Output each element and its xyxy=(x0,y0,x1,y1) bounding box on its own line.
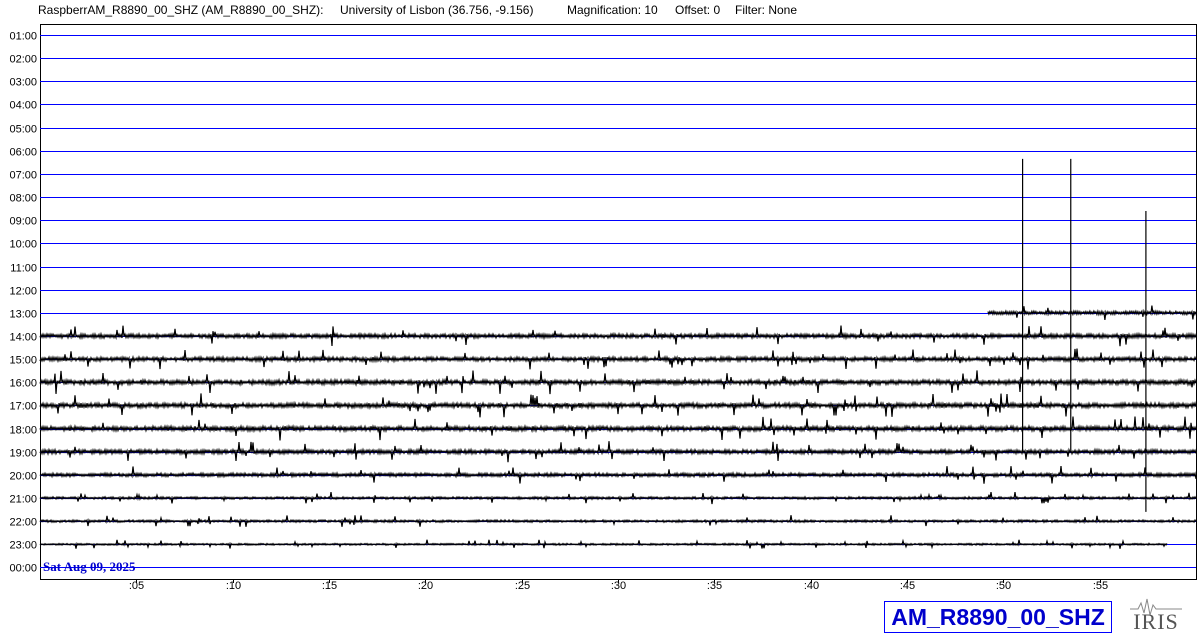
row-label: 00:00 xyxy=(9,563,37,575)
trace-2200 xyxy=(39,515,1197,527)
row-label: 19:00 xyxy=(9,448,37,460)
trace-2100 xyxy=(39,492,1197,505)
minute-ticks: :05 :10 :15 :20 :25 :30 :35 :40 :45 :50 :55 xyxy=(129,579,1108,592)
x-tick-label: :45 xyxy=(900,580,915,592)
row-label: 06:00 xyxy=(9,147,37,159)
row-label: 03:00 xyxy=(9,77,37,89)
row-label: 22:00 xyxy=(9,517,37,529)
row-label: 16:00 xyxy=(9,378,37,390)
trace-2300 xyxy=(39,538,1168,550)
x-tick-label: :55 xyxy=(1093,580,1108,592)
row-label: 08:00 xyxy=(9,193,37,205)
x-tick-label: :15 xyxy=(322,580,337,592)
row-label: 11:00 xyxy=(10,263,37,275)
row-label: 07:00 xyxy=(9,170,37,182)
trace-2000 xyxy=(39,465,1197,484)
x-tick-label: :25 xyxy=(515,580,530,592)
row-label: 14:00 xyxy=(9,332,37,344)
trace-1300 xyxy=(987,305,1197,320)
row-label: 10:00 xyxy=(9,239,37,251)
helicorder-chart: 01:00 02:00 03:00 04:00 05:00 06:00 07:00 08:00… xyxy=(9,24,1197,592)
row-label: 05:00 xyxy=(9,124,37,136)
logo-text: IRIS xyxy=(1133,609,1179,634)
row-label: 01:00 xyxy=(9,31,37,43)
row-label: 23:00 xyxy=(9,540,37,552)
seismic-traces xyxy=(39,158,1197,550)
date-label: Sat Aug 09, 2025 xyxy=(43,559,136,574)
x-tick-label: :20 xyxy=(418,580,433,592)
x-tick-label: :05 xyxy=(129,580,144,592)
row-label: 12:00 xyxy=(9,286,37,298)
x-tick-label: :10 xyxy=(226,580,241,592)
x-tick-label: :30 xyxy=(611,580,626,592)
row-label: 15:00 xyxy=(9,355,37,367)
row-label: 17:00 xyxy=(9,401,37,413)
row-label: 02:00 xyxy=(9,54,37,66)
x-tick-label: :35 xyxy=(707,580,722,592)
row-label: 20:00 xyxy=(9,471,37,483)
row-label: 21:00 xyxy=(9,494,37,506)
row-label: 13:00 xyxy=(9,309,37,321)
hour-labels: 01:00 02:00 03:00 04:00 05:00 06:00 07:00 08:00… xyxy=(9,31,37,575)
row-label: 04:00 xyxy=(9,100,37,112)
station-code-badge: AM_R8890_00_SHZ xyxy=(884,601,1112,633)
x-tick-label: :40 xyxy=(804,580,819,592)
x-tick-label: :50 xyxy=(996,580,1011,592)
row-label: 18:00 xyxy=(9,425,37,437)
row-label: 09:00 xyxy=(9,216,37,228)
iris-logo: IRIS xyxy=(1128,595,1184,635)
